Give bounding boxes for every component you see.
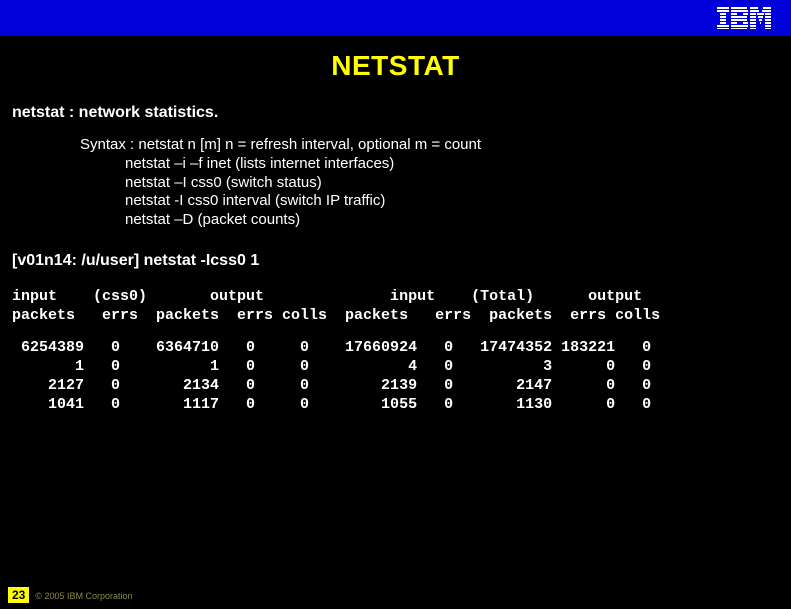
page-number: 23	[8, 587, 29, 603]
syntax-line: netstat –i –f inet (lists internet inter…	[125, 155, 791, 174]
header-bar	[0, 0, 791, 36]
syntax-line: netstat -I css0 interval (switch IP traf…	[125, 192, 791, 211]
copyright: © 2005 IBM Corporation	[35, 591, 132, 601]
header-row-1: input (css0) output input (Total) output	[12, 288, 642, 305]
syntax-line: netstat –D (packet counts)	[125, 211, 791, 230]
syntax-main: Syntax : netstat n [m] n = refresh inter…	[80, 136, 791, 155]
table-row: 1 0 1 0 0 4 0 3 0 0	[12, 358, 651, 375]
page-title: NETSTAT	[0, 50, 791, 82]
footer: 23 © 2005 IBM Corporation	[8, 587, 133, 603]
syntax-line: netstat –I css0 (switch status)	[125, 174, 791, 193]
table-body: 6254389 0 6364710 0 0 17660924 0 1747435…	[12, 339, 791, 414]
table-row: 2127 0 2134 0 0 2139 0 2147 0 0	[12, 377, 651, 394]
header-row-2: packets errs packets errs colls packets …	[12, 307, 660, 324]
intro-text: netstat : network statistics.	[12, 104, 791, 122]
command-line: [v01n14: /u/user] netstat -Icss0 1	[12, 252, 791, 270]
table-row: 1041 0 1117 0 0 1055 0 1130 0 0	[12, 396, 651, 413]
table-header: input (css0) output input (Total) output…	[12, 288, 791, 326]
syntax-block: Syntax : netstat n [m] n = refresh inter…	[80, 136, 791, 230]
ibm-logo	[717, 7, 771, 29]
table-row: 6254389 0 6364710 0 0 17660924 0 1747435…	[12, 339, 651, 356]
